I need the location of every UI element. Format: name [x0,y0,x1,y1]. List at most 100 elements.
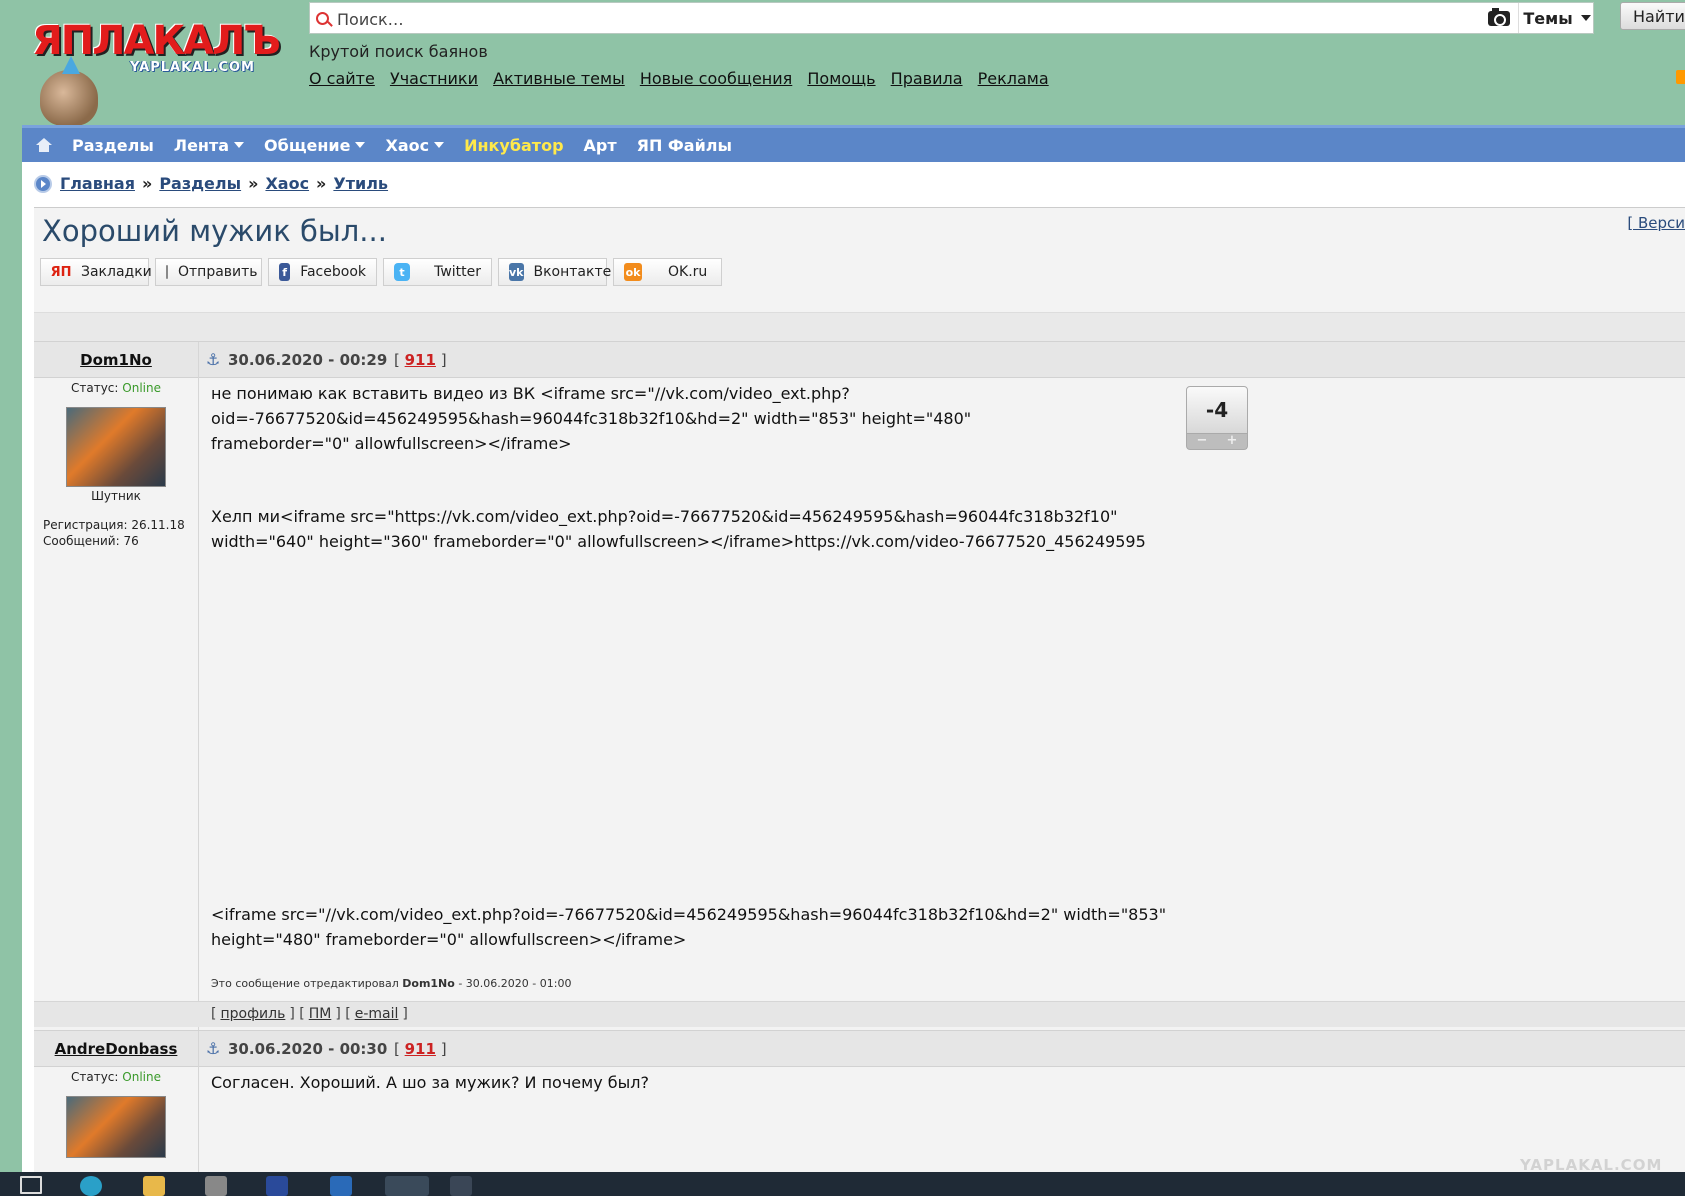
topic-toolbar-strip [34,312,1685,342]
facebook-icon: f [279,263,291,281]
post-date: 30.06.2020 - 00:30 [228,1040,388,1058]
app-icon[interactable] [330,1176,352,1196]
browser-icon[interactable] [80,1176,102,1196]
breadcrumb-home[interactable]: Главная [60,174,135,193]
header-link-new-messages[interactable]: Новые сообщения [640,69,792,88]
nav-feed[interactable]: Лента [174,136,245,155]
header-link-ads[interactable]: Реклама [978,69,1049,88]
folder-icon[interactable] [143,1176,165,1196]
start-icon[interactable] [20,1176,42,1194]
pm-link[interactable]: ПМ [309,1006,332,1022]
vk-button[interactable]: vk Вконтакте [498,258,611,286]
mail-icon [166,265,168,279]
vk-icon: vk [509,263,524,281]
find-button[interactable]: Найти [1620,2,1685,30]
post: AndreDonbass ⚓ 30.06.2020 - 00:30 [ 911 … [34,1030,1685,1180]
site-logo[interactable]: ЯПЛАКАЛЪ YAPLAKAL.COM [32,18,292,128]
twitter-icon: t [394,263,411,281]
play-circle-icon [34,174,52,193]
header-links: О сайте Участники Активные темы Новые со… [309,69,1059,88]
profile-link[interactable]: профиль [220,1006,285,1022]
app-icon[interactable] [205,1176,227,1196]
bookmarks-button[interactable]: ЯП Закладки [40,258,152,286]
nav-art[interactable]: Арт [584,136,617,155]
rating-value: -4 [1186,386,1248,434]
topic-area: Хороший мужик был... [ Верси ЯП Закладки… [34,207,1685,1180]
themes-label: Темы [1523,8,1573,28]
active-app-icon[interactable] [385,1176,429,1196]
word-icon[interactable] [266,1176,288,1196]
header-link-about[interactable]: О сайте [309,69,375,88]
avatar[interactable] [66,1096,166,1158]
header-link-help[interactable]: Помощь [807,69,875,88]
nav-incubator[interactable]: Инкубатор [464,136,563,155]
breadcrumb: Главная » Разделы » Хаос » Утиль [34,174,388,193]
post: Dom1No ⚓ 30.06.2020 - 00:29 [ 911 ] Стат… [34,341,1685,1041]
tagline: Крутой поиск баянов [309,42,488,61]
post-author[interactable]: AndreDonbass [34,1031,199,1066]
post-text: Хелп ми<iframe src="https://vk.com/video… [211,507,1146,551]
logo-subtitle: YAPLAKAL.COM [130,60,255,75]
edit-note: Это сообщение отредактировал Dom1No - 30… [211,977,572,990]
post-text: Согласен. Хороший. А шо за мужик? И поче… [211,1073,649,1092]
ok-button[interactable]: ok OK.ru [613,258,722,286]
header-link-rules[interactable]: Правила [891,69,963,88]
rating-minus-button[interactable]: − [1197,434,1208,449]
nav-sections[interactable]: Разделы [72,136,154,155]
author-status: Статус: Online [70,1070,161,1084]
header-link-members[interactable]: Участники [390,69,478,88]
anchor-icon[interactable]: ⚓ [206,350,220,369]
logo-cat-image [40,56,98,126]
rating-plus-button[interactable]: + [1227,434,1238,449]
post-body: Согласен. Хороший. А шо за мужик? И поче… [211,1065,1211,1095]
post-author-info: Статус: Online [34,1065,199,1180]
post-author-info: Статус: Online Шутник Регистрация: 26.11… [34,376,199,1039]
content-panel: Главная » Разделы » Хаос » Утиль Хороший… [22,162,1685,1180]
search-bar: Темы [309,2,1594,34]
author-rank: Шутник [91,489,141,503]
chevron-down-icon [234,142,245,148]
facebook-button[interactable]: f Facebook [268,258,377,286]
post-date: 30.06.2020 - 00:29 [228,351,388,369]
breadcrumb-trash[interactable]: Утиль [333,174,388,193]
email-link[interactable]: e-mail [355,1006,399,1022]
post-text: не понимаю как вставить видео из ВК <ifr… [211,384,972,453]
main-navbar: Разделы Лента Общение Хаос Инкубатор Арт… [22,125,1685,162]
topic-title: Хороший мужик был... [42,214,387,248]
home-icon[interactable] [36,138,52,152]
search-input[interactable] [335,7,1469,31]
nav-chaos[interactable]: Хаос [385,136,445,155]
header-link-active-topics[interactable]: Активные темы [493,69,625,88]
post-number: [ 911 ] [394,351,447,369]
chevron-down-icon [1580,15,1591,21]
yap-icon: ЯП [50,264,72,280]
camera-icon[interactable] [1488,8,1510,26]
post-body: не понимаю как вставить видео из ВК <ifr… [211,376,1211,952]
send-button[interactable]: Отправить [155,258,262,286]
post-rating: -4 − + [1186,386,1248,452]
post-number: [ 911 ] [394,1040,447,1058]
os-taskbar [0,1172,1685,1196]
chevron-down-icon [434,142,445,148]
app-icon[interactable] [450,1176,472,1196]
breadcrumb-sections[interactable]: Разделы [159,174,241,193]
breadcrumb-chaos[interactable]: Хаос [265,174,309,193]
rss-icon[interactable] [1676,70,1685,84]
nav-communication[interactable]: Общение [264,136,366,155]
post-text: <iframe src="//vk.com/video_ext.php?oid=… [211,905,1167,949]
author-status: Статус: Online [70,381,161,395]
share-buttons: ЯП Закладки Отправить f Facebook t Twitt… [40,258,728,286]
post-header: AndreDonbass ⚓ 30.06.2020 - 00:30 [ 911 … [34,1030,1685,1067]
post-header: Dom1No ⚓ 30.06.2020 - 00:29 [ 911 ] [34,341,1685,378]
nav-files[interactable]: ЯП Файлы [637,136,732,155]
avatar[interactable] [66,407,166,487]
post-author[interactable]: Dom1No [34,342,199,377]
themes-dropdown[interactable]: Темы [1518,3,1595,33]
author-stats: Регистрация: 26.11.18 Сообщений: 76 [43,518,185,548]
anchor-icon[interactable]: ⚓ [206,1039,220,1058]
post-footer: [профиль] [ПМ] [e-mail] [34,1001,1685,1027]
version-link[interactable]: [ Верси [1627,214,1685,232]
chevron-down-icon [355,142,366,148]
twitter-button[interactable]: t Twitter [383,258,492,286]
search-icon [316,12,329,25]
